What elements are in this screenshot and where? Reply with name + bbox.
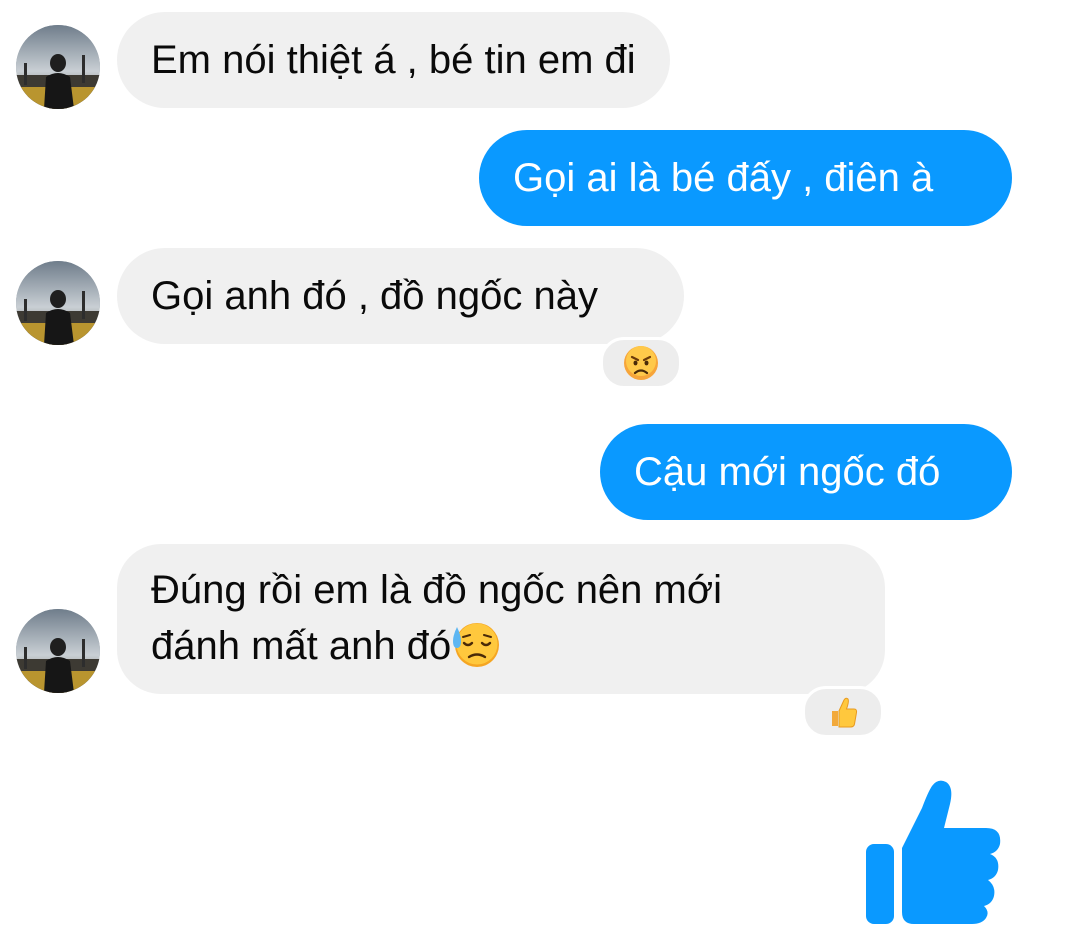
message-text: Gọi ai là bé đấy , điên à [513, 156, 934, 200]
thumbs-up-icon [866, 780, 1001, 924]
message-bubble-incoming[interactable]: Gọi anh đó , đồ ngốc này [117, 248, 684, 344]
message-text: đánh mất anh đó [151, 624, 452, 668]
message-reaction[interactable] [802, 686, 884, 738]
angry-face-icon [624, 346, 658, 380]
message-bubble-incoming[interactable]: Đúng rồi em là đồ ngốc nên mới đánh mất … [117, 544, 885, 694]
message-text-line: Đúng rồi em là đồ ngốc nên mới [151, 568, 722, 612]
message-bubble-incoming[interactable]: Em nói thiệt á , bé tin em đi [117, 12, 670, 108]
conversation-thread: Em nói thiệt á , bé tin em đi Gọi ai là … [0, 0, 1080, 938]
message-bubble-outgoing[interactable]: Cậu mới ngốc đó [600, 424, 1012, 520]
large-like-reaction[interactable] [862, 778, 1004, 926]
downcast-face-with-sweat-icon [453, 623, 500, 668]
message-reaction[interactable] [600, 337, 682, 389]
message-text-line: đánh mất anh đó [151, 618, 851, 674]
contact-avatar[interactable] [16, 609, 100, 693]
contact-avatar[interactable] [16, 25, 100, 109]
thumbs-up-icon [832, 697, 858, 728]
message-text: Gọi anh đó , đồ ngốc này [151, 274, 598, 318]
message-text: Em nói thiệt á , bé tin em đi [151, 38, 636, 82]
message-text: Cậu mới ngốc đó [634, 450, 941, 494]
contact-avatar[interactable] [16, 261, 100, 345]
message-bubble-outgoing[interactable]: Gọi ai là bé đấy , điên à [479, 130, 1012, 226]
